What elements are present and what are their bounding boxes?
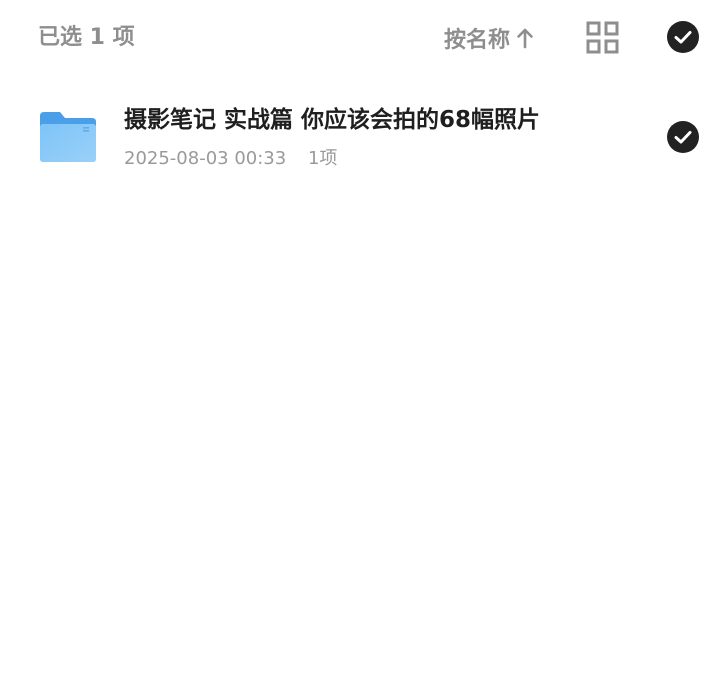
sort-by-name-button[interactable]: 按名称: [444, 22, 534, 54]
file-item-count: 1项: [307, 148, 338, 169]
file-list-item[interactable]: 摄影笔记 实战篇 你应该会拍的68幅照片 2025-08-03 00:33 1项: [0, 92, 714, 188]
toolbar: 已选 1 项 按名称: [0, 0, 714, 76]
file-meta: 2025-08-03 00:33 1项: [124, 146, 337, 172]
row-select-checkbox[interactable]: [667, 121, 699, 153]
arrow-up-icon: [517, 28, 533, 49]
check-icon: [674, 131, 692, 144]
file-modified-date: 2025-08-03 00:33: [124, 148, 287, 169]
folder-icon: [40, 112, 96, 162]
select-all-button[interactable]: [667, 21, 699, 53]
grid-view-icon[interactable]: [586, 21, 620, 55]
selected-count-label: 已选 1 项: [38, 25, 135, 50]
file-name: 摄影笔记 实战篇 你应该会拍的68幅照片: [124, 107, 541, 133]
sort-label: 按名称: [444, 28, 511, 53]
check-icon: [674, 31, 692, 44]
